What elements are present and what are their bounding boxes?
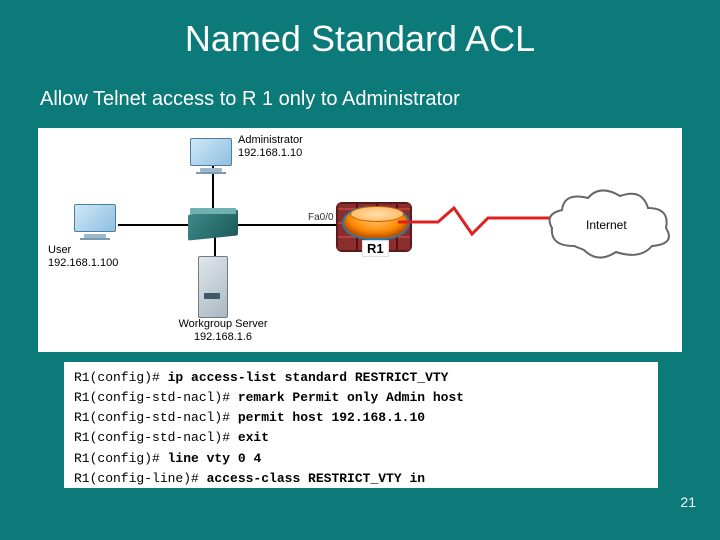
user-name: User: [48, 244, 138, 257]
cli-cmd: line vty 0 4: [168, 451, 262, 466]
cli-cmd: ip access-list standard RESTRICT_VTY: [168, 370, 449, 385]
wan-link-icon: [398, 188, 568, 248]
cli-line-0: R1(config)# ip access-list standard REST…: [74, 368, 648, 388]
server-icon: [198, 256, 228, 318]
slide-subtitle: Allow Telnet access to R 1 only to Admin…: [40, 88, 460, 111]
cli-prompt: R1(config)#: [74, 451, 168, 466]
user-ip: 192.168.1.100: [48, 257, 138, 270]
slide-title: Named Standard ACL: [0, 18, 720, 60]
cloud-label: Internet: [586, 218, 627, 232]
cli-line-3: R1(config-std-nacl)# exit: [74, 428, 648, 448]
cli-prompt: R1(config-std-nacl)#: [74, 410, 238, 425]
slide: Named Standard ACL Allow Telnet access t…: [0, 0, 720, 540]
cli-line-1: R1(config-std-nacl)# remark Permit only …: [74, 388, 648, 408]
cli-cmd: access-class RESTRICT_VTY in: [207, 471, 425, 486]
cli-prompt: R1(config-std-nacl)#: [74, 390, 238, 405]
cli-prompt: R1(config-std-nacl)#: [74, 430, 238, 445]
cli-prompt: R1(config-line)#: [74, 471, 207, 486]
cli-cmd: exit: [238, 430, 269, 445]
user-label: User 192.168.1.100: [48, 244, 138, 270]
admin-name: Administrator: [238, 134, 303, 147]
admin-ip: 192.168.1.10: [238, 147, 303, 160]
page-number: 21: [680, 494, 696, 510]
iface-fa00-label: Fa0/0: [306, 212, 336, 223]
switch-icon: [188, 209, 238, 240]
cli-line-5: R1(config-line)# access-class RESTRICT_V…: [74, 469, 648, 489]
cli-line-2: R1(config-std-nacl)# permit host 192.168…: [74, 408, 648, 428]
server-ip: 192.168.1.6: [168, 331, 278, 344]
user-pc-icon: [74, 204, 116, 238]
cli-prompt: R1(config)#: [74, 370, 168, 385]
cli-cmd: permit host 192.168.1.10: [238, 410, 425, 425]
router-icon: [342, 206, 406, 240]
cli-line-4: R1(config)# line vty 0 4: [74, 449, 648, 469]
admin-label: Administrator 192.168.1.10: [238, 134, 303, 160]
network-diagram: Administrator 192.168.1.10 User 192.168.…: [38, 128, 682, 352]
cli-output: R1(config)# ip access-list standard REST…: [64, 362, 658, 488]
router-label: R1: [362, 240, 389, 257]
admin-pc-icon: [190, 138, 232, 172]
server-name: Workgroup Server: [168, 318, 278, 331]
cli-cmd: remark Permit only Admin host: [238, 390, 464, 405]
server-label: Workgroup Server 192.168.1.6: [168, 318, 278, 344]
